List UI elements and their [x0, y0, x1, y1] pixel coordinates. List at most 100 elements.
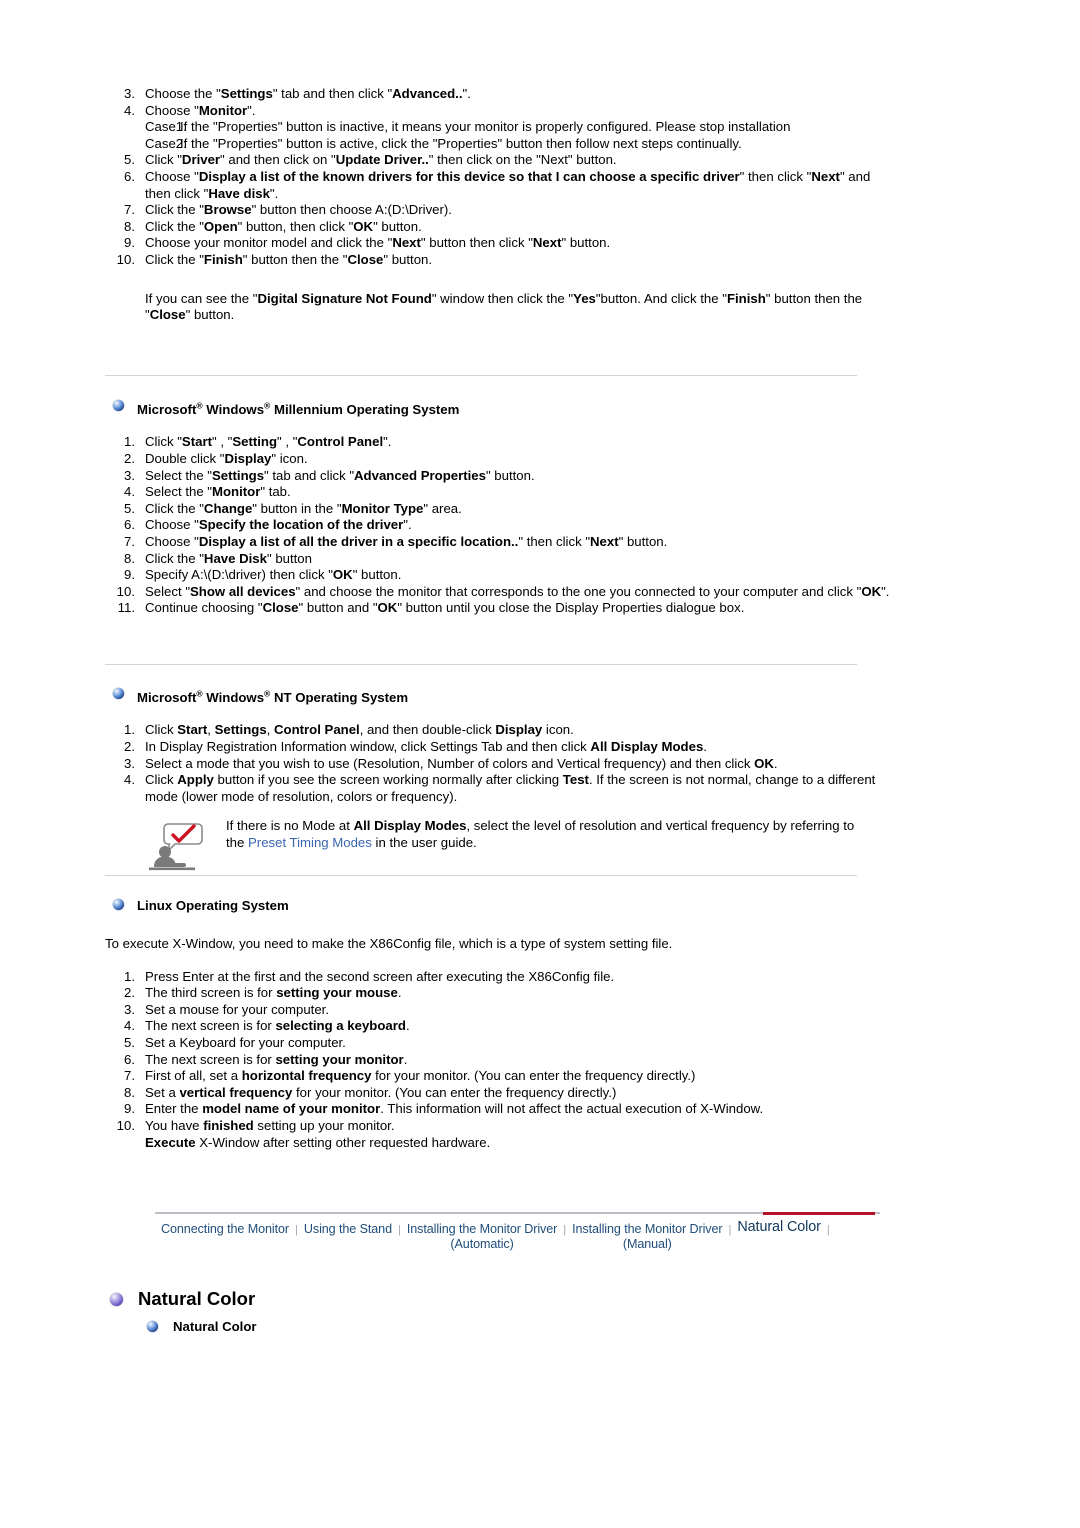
list-text: Click the "Finish" button then the "Clos…	[145, 251, 433, 267]
case-text: If the "Properties" button is active, cl…	[180, 135, 742, 151]
list-item: 10. Select "Show all devices" and choose …	[105, 584, 895, 601]
list-item: 6. The next screen is for setting your mo…	[105, 1052, 895, 1069]
windows-xp-steps-section: 3. Choose the "Settings" tab and then cl…	[105, 86, 895, 324]
nav-item-connecting-the-monitor[interactable]: Connecting the Monitor	[155, 1219, 295, 1237]
section-divider-3	[105, 875, 857, 876]
list-item: 8. Click the "Have Disk" button	[105, 551, 895, 568]
list-text: Choose your monitor model and click the …	[145, 235, 611, 251]
list-item: 8. Set a vertical frequency for your moni…	[105, 1085, 895, 1102]
list-text: Click "Start" , "Setting" , "Control Pan…	[145, 434, 392, 450]
list-number: 10.	[116, 1117, 135, 1133]
list-number: 3.	[124, 86, 135, 101]
list-text: The next screen is for setting your moni…	[145, 1051, 408, 1067]
millennium-heading: Microsoft® Windows® Millennium Operating…	[105, 398, 895, 418]
millennium-section: Microsoft® Windows® Millennium Operating…	[105, 398, 895, 617]
list-number: 5.	[124, 152, 135, 168]
case-item-2: Case2: If the "Properties" button is act…	[105, 136, 895, 153]
linux-intro-text: To execute X-Window, you need to make th…	[105, 936, 673, 951]
list-text: Click the "Open" button, then click "OK"…	[145, 218, 422, 234]
bullet-sphere-icon	[113, 688, 124, 699]
linux-steps-list: 1. Press Enter at the first and the secon…	[105, 969, 895, 1152]
list-item: 11. Continue choosing "Close" button and …	[105, 600, 895, 617]
list-item: 3. Select a mode that you wish to use (Re…	[105, 756, 895, 773]
list-item: 1. Click Start, Settings, Control Panel, …	[105, 722, 895, 739]
list-text: Specify A:\(D:\driver) then click "OK" b…	[145, 567, 402, 583]
section-divider-2	[105, 664, 857, 665]
case-label: Case2:	[145, 135, 187, 151]
list-text: Double click "Display" icon.	[145, 450, 308, 466]
nav-item-installing-the-monitor-driver-manual[interactable]: Installing the Monitor Driver (Manual)	[566, 1219, 728, 1251]
list-number: 9.	[124, 1101, 135, 1117]
list-item: 4. Choose "Monitor".	[105, 103, 895, 120]
list-text: Choose "Display a list of the known driv…	[145, 168, 871, 201]
list-text: Choose "Display a list of all the driver…	[145, 533, 668, 549]
list-text: Select a mode that you wish to use (Reso…	[145, 755, 778, 771]
bullet-sphere-icon	[113, 400, 124, 411]
person-speech-bubble-check-icon	[148, 822, 204, 872]
list-number: 2.	[124, 985, 135, 1001]
list-item: 10. You have finished setting up your mon…	[105, 1118, 895, 1151]
list-text: Choose the "Settings" tab and then click…	[145, 86, 471, 101]
section-divider-1	[105, 375, 857, 376]
list-text: Set a vertical frequency for your monito…	[145, 1084, 617, 1100]
list-item: 7. Click the "Browse" button then choose…	[105, 202, 895, 219]
list-item: 1. Click "Start" , "Setting" , "Control P…	[105, 434, 895, 451]
list-item: 10. Click the "Finish" button then the "…	[105, 252, 895, 269]
list-item: 9. Specify A:\(D:\driver) then click "OK"…	[105, 567, 895, 584]
list-item: 9. Enter the model name of your monitor. …	[105, 1101, 895, 1118]
case-item-1: Case1: If the "Properties" button is ina…	[105, 119, 895, 136]
list-number: 1.	[124, 434, 135, 450]
list-item: 3. Set a mouse for your computer.	[105, 1002, 895, 1019]
list-item: 2. Double click "Display" icon.	[105, 451, 895, 468]
nt-steps-list: 1. Click Start, Settings, Control Panel, …	[105, 722, 895, 805]
list-number: 7.	[124, 1068, 135, 1084]
list-number: 8.	[124, 1084, 135, 1100]
natural-color-title-block: Natural Color Natural Color	[105, 1288, 705, 1335]
list-item: 2. In Display Registration Information wi…	[105, 739, 895, 756]
list-text: You have finished setting up your monito…	[145, 1117, 491, 1150]
list-text: The third screen is for setting your mou…	[145, 985, 402, 1001]
xp-closing-note: If you can see the "Digital Signature No…	[145, 290, 863, 323]
xp-steps-list-part1: 3. Choose the "Settings" tab and then cl…	[105, 86, 895, 119]
page-subtitle-label: Natural Color	[173, 1319, 257, 1334]
list-number: 7.	[124, 533, 135, 549]
list-text: Click "Driver" and then click on "Update…	[145, 152, 617, 168]
list-number: 4.	[124, 772, 135, 788]
list-number: 1.	[124, 968, 135, 984]
list-number: 9.	[124, 235, 135, 251]
list-text: Set a mouse for your computer.	[145, 1001, 329, 1017]
list-number: 9.	[124, 567, 135, 583]
list-item: 4. The next screen is for selecting a key…	[105, 1018, 895, 1035]
tip-note-text: If there is no Mode at All Display Modes…	[226, 818, 855, 850]
nt-section: Microsoft® Windows® NT Operating System …	[105, 686, 895, 805]
nav-item-installing-the-monitor-driver-automatic[interactable]: Installing the Monitor Driver (Automatic…	[401, 1219, 563, 1251]
list-item: 4. Click Apply button if you see the scre…	[105, 772, 895, 805]
bullet-sphere-icon	[147, 1321, 158, 1332]
nt-heading-label: Microsoft® Windows® NT Operating System	[137, 689, 409, 706]
list-number: 2.	[124, 738, 135, 754]
list-text: Click the "Browse" button then choose A:…	[145, 202, 452, 218]
linux-heading-label: Linux Operating System	[137, 898, 289, 913]
list-item: 7. First of all, set a horizontal frequen…	[105, 1068, 895, 1085]
list-number: 4.	[124, 102, 135, 118]
case-text: If the "Properties" button is inactive, …	[180, 119, 791, 135]
linux-section: Linux Operating System To execute X-Wind…	[105, 897, 895, 1151]
list-number: 8.	[124, 218, 135, 234]
nav-item-natural-color[interactable]: Natural Color	[731, 1219, 826, 1235]
nav-active-indicator	[763, 1212, 875, 1215]
list-item: 1. Press Enter at the first and the secon…	[105, 969, 895, 986]
nav-item-using-the-stand[interactable]: Using the Stand	[298, 1219, 398, 1237]
list-item: 7. Choose "Display a list of all the driv…	[105, 534, 895, 551]
list-item: 3. Choose the "Settings" tab and then cl…	[105, 86, 895, 103]
list-text: First of all, set a horizontal frequency…	[145, 1068, 696, 1084]
list-item: 2. The third screen is for setting your m…	[105, 985, 895, 1002]
list-number: 5.	[124, 500, 135, 516]
list-item: 6. Choose "Specify the location of the dr…	[105, 517, 895, 534]
bullet-sphere-purple-icon	[110, 1293, 123, 1306]
nt-heading: Microsoft® Windows® NT Operating System	[105, 686, 895, 706]
list-text: Continue choosing "Close" button and "OK…	[145, 600, 745, 616]
list-text: Select the "Settings" tab and click "Adv…	[145, 467, 535, 483]
list-text: Select "Show all devices" and choose the…	[145, 583, 890, 599]
list-number: 7.	[124, 202, 135, 218]
list-number: 6.	[124, 1051, 135, 1067]
